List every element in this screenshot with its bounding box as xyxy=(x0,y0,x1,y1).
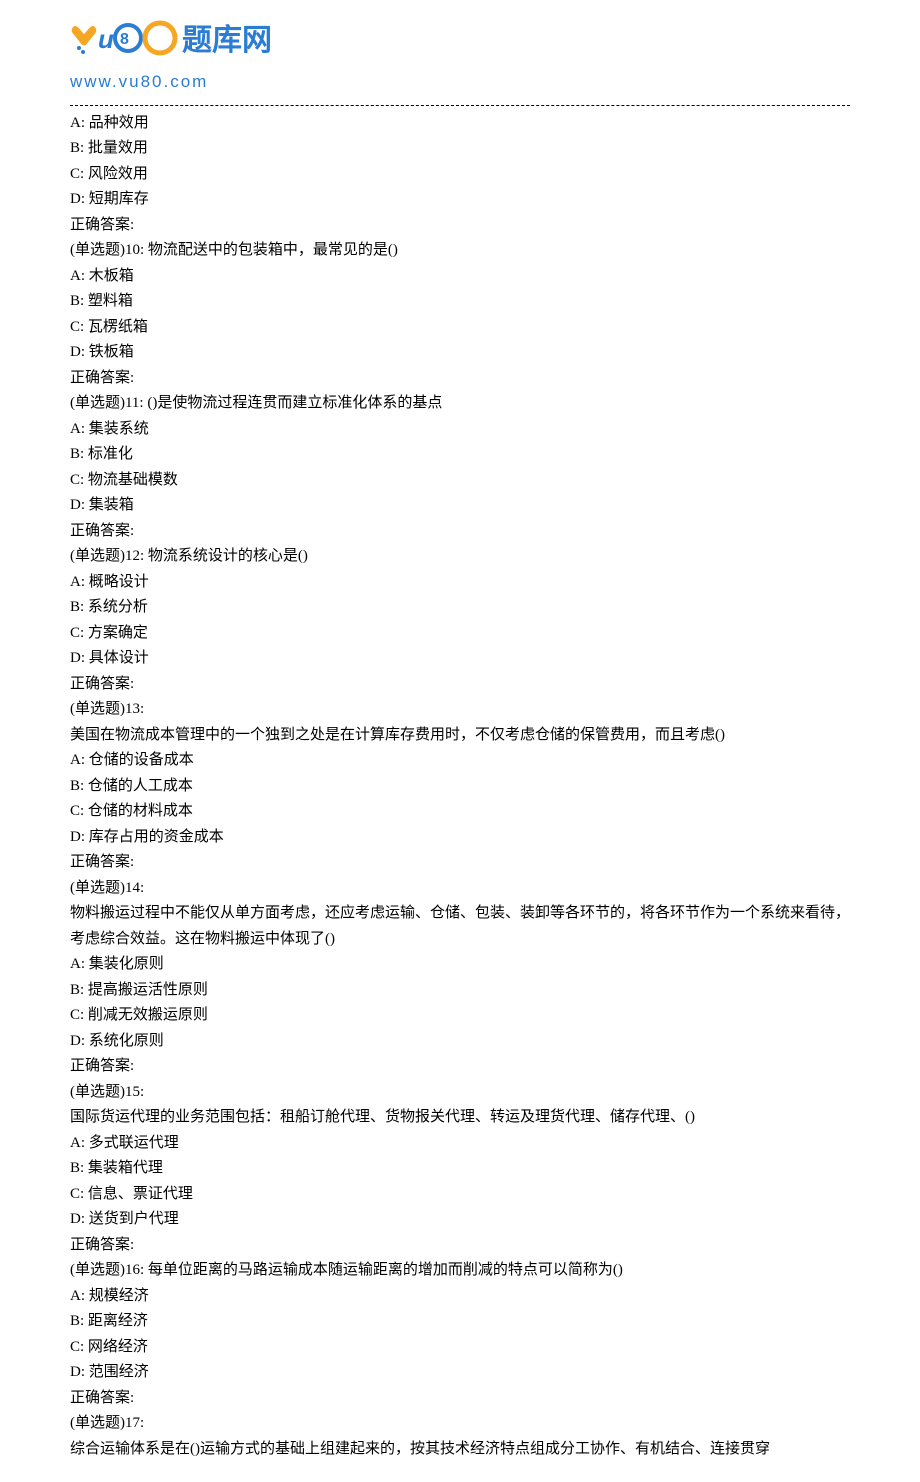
logo-icon: u 8 题库网 xyxy=(70,20,290,70)
logo-url: www.vu80.com xyxy=(70,68,850,97)
text-line: D: 铁板箱 xyxy=(70,340,850,366)
logo-container: u 8 题库网 www.vu80.com xyxy=(70,20,850,97)
text-line: (单选题)14: xyxy=(70,876,850,902)
text-line: 正确答案: xyxy=(70,672,850,698)
text-line: A: 规模经济 xyxy=(70,1284,850,1310)
text-line: C: 信息、票证代理 xyxy=(70,1182,850,1208)
text-line: C: 物流基础模数 xyxy=(70,468,850,494)
text-line: C: 削减无效搬运原则 xyxy=(70,1003,850,1029)
text-line: D: 送货到户代理 xyxy=(70,1207,850,1233)
text-line: D: 系统化原则 xyxy=(70,1029,850,1055)
svg-text:8: 8 xyxy=(120,31,129,48)
text-line: C: 方案确定 xyxy=(70,621,850,647)
text-line: D: 具体设计 xyxy=(70,646,850,672)
text-line: 正确答案: xyxy=(70,850,850,876)
logo-graphic: u 8 题库网 xyxy=(70,20,850,70)
text-line: (单选题)16: 每单位距离的马路运输成本随运输距离的增加而削减的特点可以简称为… xyxy=(70,1258,850,1284)
text-line: A: 品种效用 xyxy=(70,111,850,137)
text-line: C: 仓储的材料成本 xyxy=(70,799,850,825)
text-line: B: 系统分析 xyxy=(70,595,850,621)
text-line: 美国在物流成本管理中的一个独到之处是在计算库存费用时，不仅考虑仓储的保管费用，而… xyxy=(70,723,850,749)
text-line: D: 范围经济 xyxy=(70,1360,850,1386)
text-line: A: 概略设计 xyxy=(70,570,850,596)
text-line: C: 网络经济 xyxy=(70,1335,850,1361)
text-line: 综合运输体系是在()运输方式的基础上组建起来的，按其技术经济特点组成分工协作、有… xyxy=(70,1437,850,1463)
text-line: A: 集装化原则 xyxy=(70,952,850,978)
text-line: 正确答案: xyxy=(70,366,850,392)
text-line: A: 多式联运代理 xyxy=(70,1131,850,1157)
text-line: (单选题)15: xyxy=(70,1080,850,1106)
text-line: C: 瓦楞纸箱 xyxy=(70,315,850,341)
text-line: 正确答案: xyxy=(70,213,850,239)
text-line: B: 塑料箱 xyxy=(70,289,850,315)
document-content: A: 品种效用B: 批量效用C: 风险效用D: 短期库存正确答案:(单选题)10… xyxy=(70,111,850,1463)
text-line: A: 仓储的设备成本 xyxy=(70,748,850,774)
text-line: (单选题)11: ()是使物流过程连贯而建立标准化体系的基点 xyxy=(70,391,850,417)
svg-text:题库网: 题库网 xyxy=(182,24,272,57)
text-line: B: 提高搬运活性原则 xyxy=(70,978,850,1004)
text-line: B: 距离经济 xyxy=(70,1309,850,1335)
text-line: 物料搬运过程中不能仅从单方面考虑，还应考虑运输、仓储、包装、装卸等各环节的，将各… xyxy=(70,901,850,952)
text-line: D: 集装箱 xyxy=(70,493,850,519)
text-line: A: 集装系统 xyxy=(70,417,850,443)
text-line: (单选题)17: xyxy=(70,1411,850,1437)
text-line: 正确答案: xyxy=(70,1386,850,1412)
text-line: 国际货运代理的业务范围包括：租船订舱代理、货物报关代理、转运及理货代理、储存代理… xyxy=(70,1105,850,1131)
text-line: (单选题)10: 物流配送中的包装箱中，最常见的是() xyxy=(70,238,850,264)
text-line: D: 库存占用的资金成本 xyxy=(70,825,850,851)
text-line: B: 集装箱代理 xyxy=(70,1156,850,1182)
text-line: A: 木板箱 xyxy=(70,264,850,290)
text-line: B: 仓储的人工成本 xyxy=(70,774,850,800)
svg-text:u: u xyxy=(98,24,114,54)
text-line: (单选题)13: xyxy=(70,697,850,723)
text-line: B: 标准化 xyxy=(70,442,850,468)
text-line: C: 风险效用 xyxy=(70,162,850,188)
divider xyxy=(70,105,850,106)
text-line: 正确答案: xyxy=(70,1233,850,1259)
text-line: B: 批量效用 xyxy=(70,136,850,162)
text-line: (单选题)12: 物流系统设计的核心是() xyxy=(70,544,850,570)
text-line: 正确答案: xyxy=(70,1054,850,1080)
text-line: D: 短期库存 xyxy=(70,187,850,213)
text-line: 正确答案: xyxy=(70,519,850,545)
